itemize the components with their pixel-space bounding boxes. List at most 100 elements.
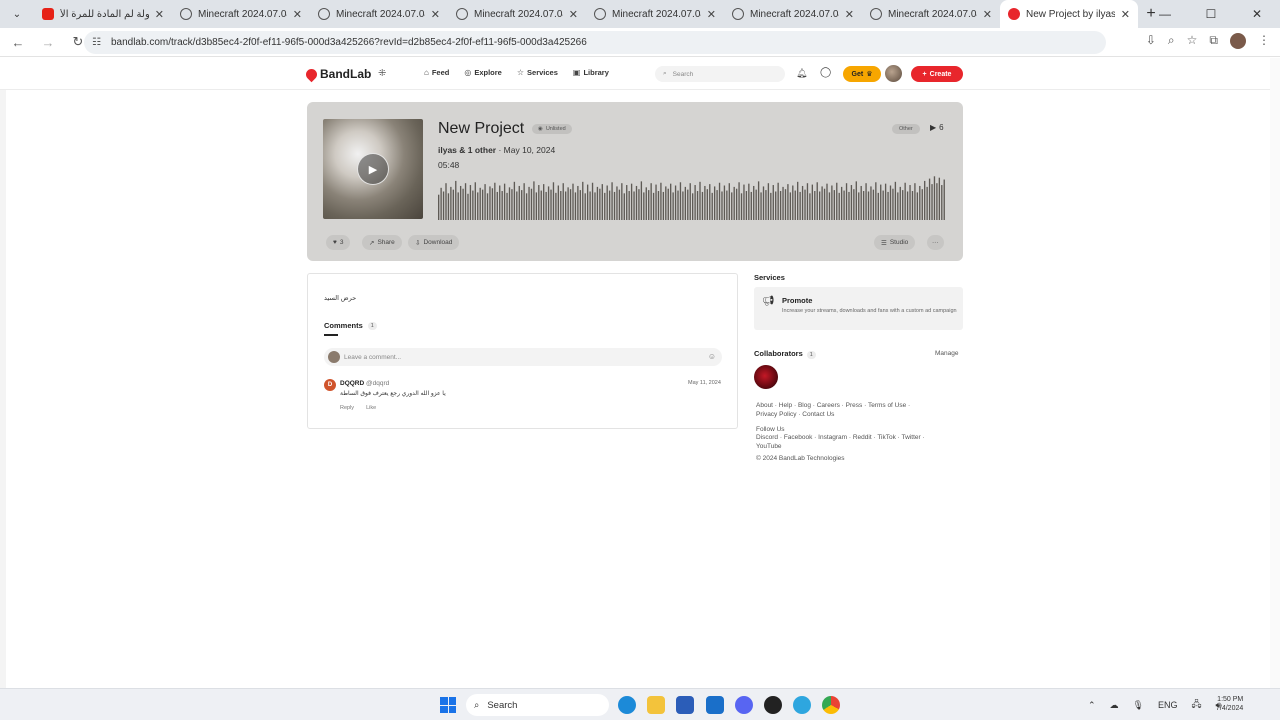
browser-tab-active[interactable]: New Project by ilyas | Ba ✕ (1000, 0, 1138, 28)
commenter-name[interactable]: DQQRD (340, 380, 364, 387)
extensions-icon[interactable]: ⧉ (1209, 33, 1218, 49)
cloud-icon[interactable]: ☁ (1110, 700, 1119, 711)
nav-feed[interactable]: ⌂ Feed (424, 68, 449, 77)
promote-card[interactable]: 📢︎ Promote Increase your streams, downlo… (754, 287, 963, 330)
forward-icon[interactable]: → (36, 35, 60, 50)
like-button[interactable]: ♥ 3 (326, 235, 351, 250)
nav-explore[interactable]: ◎ Explore (464, 68, 502, 77)
track-artists[interactable]: ilyas & 1 other (438, 145, 496, 155)
waveform-bar (518, 185, 520, 220)
kebab-menu-icon[interactable]: ⋮ (1258, 33, 1270, 49)
social-link-reddit[interactable]: Reddit (853, 434, 872, 441)
minimize-icon[interactable]: — (1142, 0, 1188, 28)
telegram-icon[interactable] (793, 696, 811, 714)
footer-link-privacy[interactable]: Privacy Policy (756, 411, 796, 418)
nav-services[interactable]: ☆ Services (517, 68, 558, 77)
footer-link-help[interactable]: Help (779, 402, 792, 409)
close-tab-icon[interactable]: ✕ (569, 8, 578, 21)
social-link-tiktok[interactable]: TikTok (877, 434, 896, 441)
system-clock[interactable]: 1:50 PM 7/4/2024 (1216, 695, 1243, 713)
messages-icon[interactable]: ◯ (820, 67, 831, 78)
footer-link-terms[interactable]: Terms of Use (868, 402, 906, 409)
user-avatar[interactable] (885, 65, 902, 82)
waveform[interactable] (438, 174, 946, 220)
close-tab-icon[interactable]: ✕ (293, 8, 302, 21)
footer-link-press[interactable]: Press (846, 402, 863, 409)
mail-icon[interactable] (706, 696, 724, 714)
edge-icon[interactable] (618, 696, 636, 714)
waveform-bar (743, 184, 745, 220)
manage-link[interactable]: Manage (935, 350, 959, 357)
commenter-avatar[interactable]: D (324, 379, 336, 391)
waveform-bar (582, 181, 584, 220)
bell-icon[interactable]: 🔔︎ (796, 68, 807, 79)
globe-icon (456, 8, 468, 20)
footer-link-about[interactable]: About (756, 402, 773, 409)
megaphone-icon: 📢︎ (762, 296, 775, 307)
bookmark-star-icon[interactable]: ☆ (1187, 33, 1198, 49)
close-tab-icon[interactable]: ✕ (707, 8, 716, 21)
microphone-icon[interactable]: 🎙︎ (1133, 700, 1144, 711)
footer-link-contact[interactable]: Contact Us (802, 411, 834, 418)
profile-avatar[interactable] (1230, 33, 1246, 49)
footer-link-careers[interactable]: Careers (817, 402, 840, 409)
nav-library[interactable]: ▣ Library (573, 68, 609, 77)
waveform-bar (684, 186, 687, 220)
get-membership-button[interactable]: Get ♛ (843, 66, 881, 82)
close-tab-icon[interactable]: ✕ (431, 8, 440, 21)
download-button[interactable]: ⇩ Download (408, 235, 460, 250)
windows-start-icon[interactable] (440, 697, 456, 713)
collaborator-avatar[interactable] (754, 365, 778, 389)
studio-button[interactable]: ☰ Studio (874, 235, 916, 250)
tab-search-button[interactable]: ⌄ (0, 0, 34, 28)
taskbar-search[interactable]: ⌕ Search (466, 694, 609, 716)
social-link-twitter[interactable]: Twitter (902, 434, 921, 441)
scrollbar-track[interactable] (1270, 58, 1280, 688)
social-link-facebook[interactable]: Facebook (784, 434, 813, 441)
reply-button[interactable]: Reply (340, 405, 354, 411)
file-explorer-icon[interactable] (647, 696, 665, 714)
apps-grid-icon[interactable]: ⁜ (378, 68, 386, 79)
waveform-bar (560, 191, 562, 220)
browser-tab[interactable]: Minecraft 2024.07.04 - 13 ✕ (862, 0, 1000, 28)
maximize-icon[interactable]: ☐ (1188, 0, 1234, 28)
browser-tab[interactable]: محاولة لم المادة للمرة الأ ✕ (34, 0, 172, 28)
url-field[interactable]: ☷ bandlab.com/track/d3b85ec4-2f0f-ef11-9… (84, 31, 1106, 54)
social-link-discord[interactable]: Discord (756, 434, 778, 441)
site-info-icon[interactable]: ☷ (92, 37, 101, 48)
genre-badge[interactable]: Other (892, 124, 920, 134)
more-options-button[interactable]: ··· (927, 235, 944, 250)
play-button[interactable]: ▶ (357, 153, 389, 185)
chrome-icon[interactable] (822, 696, 840, 714)
footer-link-blog[interactable]: Blog (798, 402, 811, 409)
store-icon[interactable] (676, 696, 694, 714)
close-tab-icon[interactable]: ✕ (845, 8, 854, 21)
close-window-icon[interactable]: ✕ (1234, 0, 1280, 28)
emoji-icon[interactable]: ☺ (708, 352, 716, 361)
close-tab-icon[interactable]: ✕ (155, 8, 164, 21)
close-tab-icon[interactable]: ✕ (983, 8, 992, 21)
browser-tab[interactable]: Minecraft 2024.07.04 - 13 ✕ (586, 0, 724, 28)
zoom-icon[interactable]: ⌕ (1168, 33, 1175, 49)
like-comment-button[interactable]: Like (366, 405, 376, 411)
install-icon[interactable]: ⇩ (1146, 33, 1156, 49)
chevron-up-icon[interactable]: ⌃ (1088, 700, 1096, 711)
obs-icon[interactable] (764, 696, 782, 714)
social-link-youtube[interactable]: YouTube (756, 443, 782, 450)
language-indicator[interactable]: ENG (1158, 700, 1178, 710)
share-button[interactable]: ↗ Share (362, 235, 402, 250)
network-icon[interactable]: 🖧︎ (1192, 697, 1202, 713)
close-tab-icon[interactable]: ✕ (1121, 8, 1130, 21)
waveform-bar (440, 187, 442, 220)
site-search-input[interactable]: ⌕ Search (655, 66, 785, 82)
bandlab-logo[interactable]: BandLab (303, 66, 371, 82)
browser-tab[interactable]: Minecraft 2024.07.04 - 13 ✕ (310, 0, 448, 28)
browser-tab[interactable]: Minecraft 2024.07.04 - 13 ✕ (724, 0, 862, 28)
back-icon[interactable]: ← (6, 35, 30, 50)
create-button[interactable]: + Create (911, 66, 963, 82)
browser-tab[interactable]: Minecraft 2024.07.04 - 13 ✕ (172, 0, 310, 28)
browser-tab[interactable]: Minecraft 2024.07.04 - 13 ✕ (448, 0, 586, 28)
social-link-instagram[interactable]: Instagram (818, 434, 847, 441)
discord-icon[interactable] (735, 696, 753, 714)
comment-input[interactable]: Leave a comment... ☺ (324, 348, 722, 366)
